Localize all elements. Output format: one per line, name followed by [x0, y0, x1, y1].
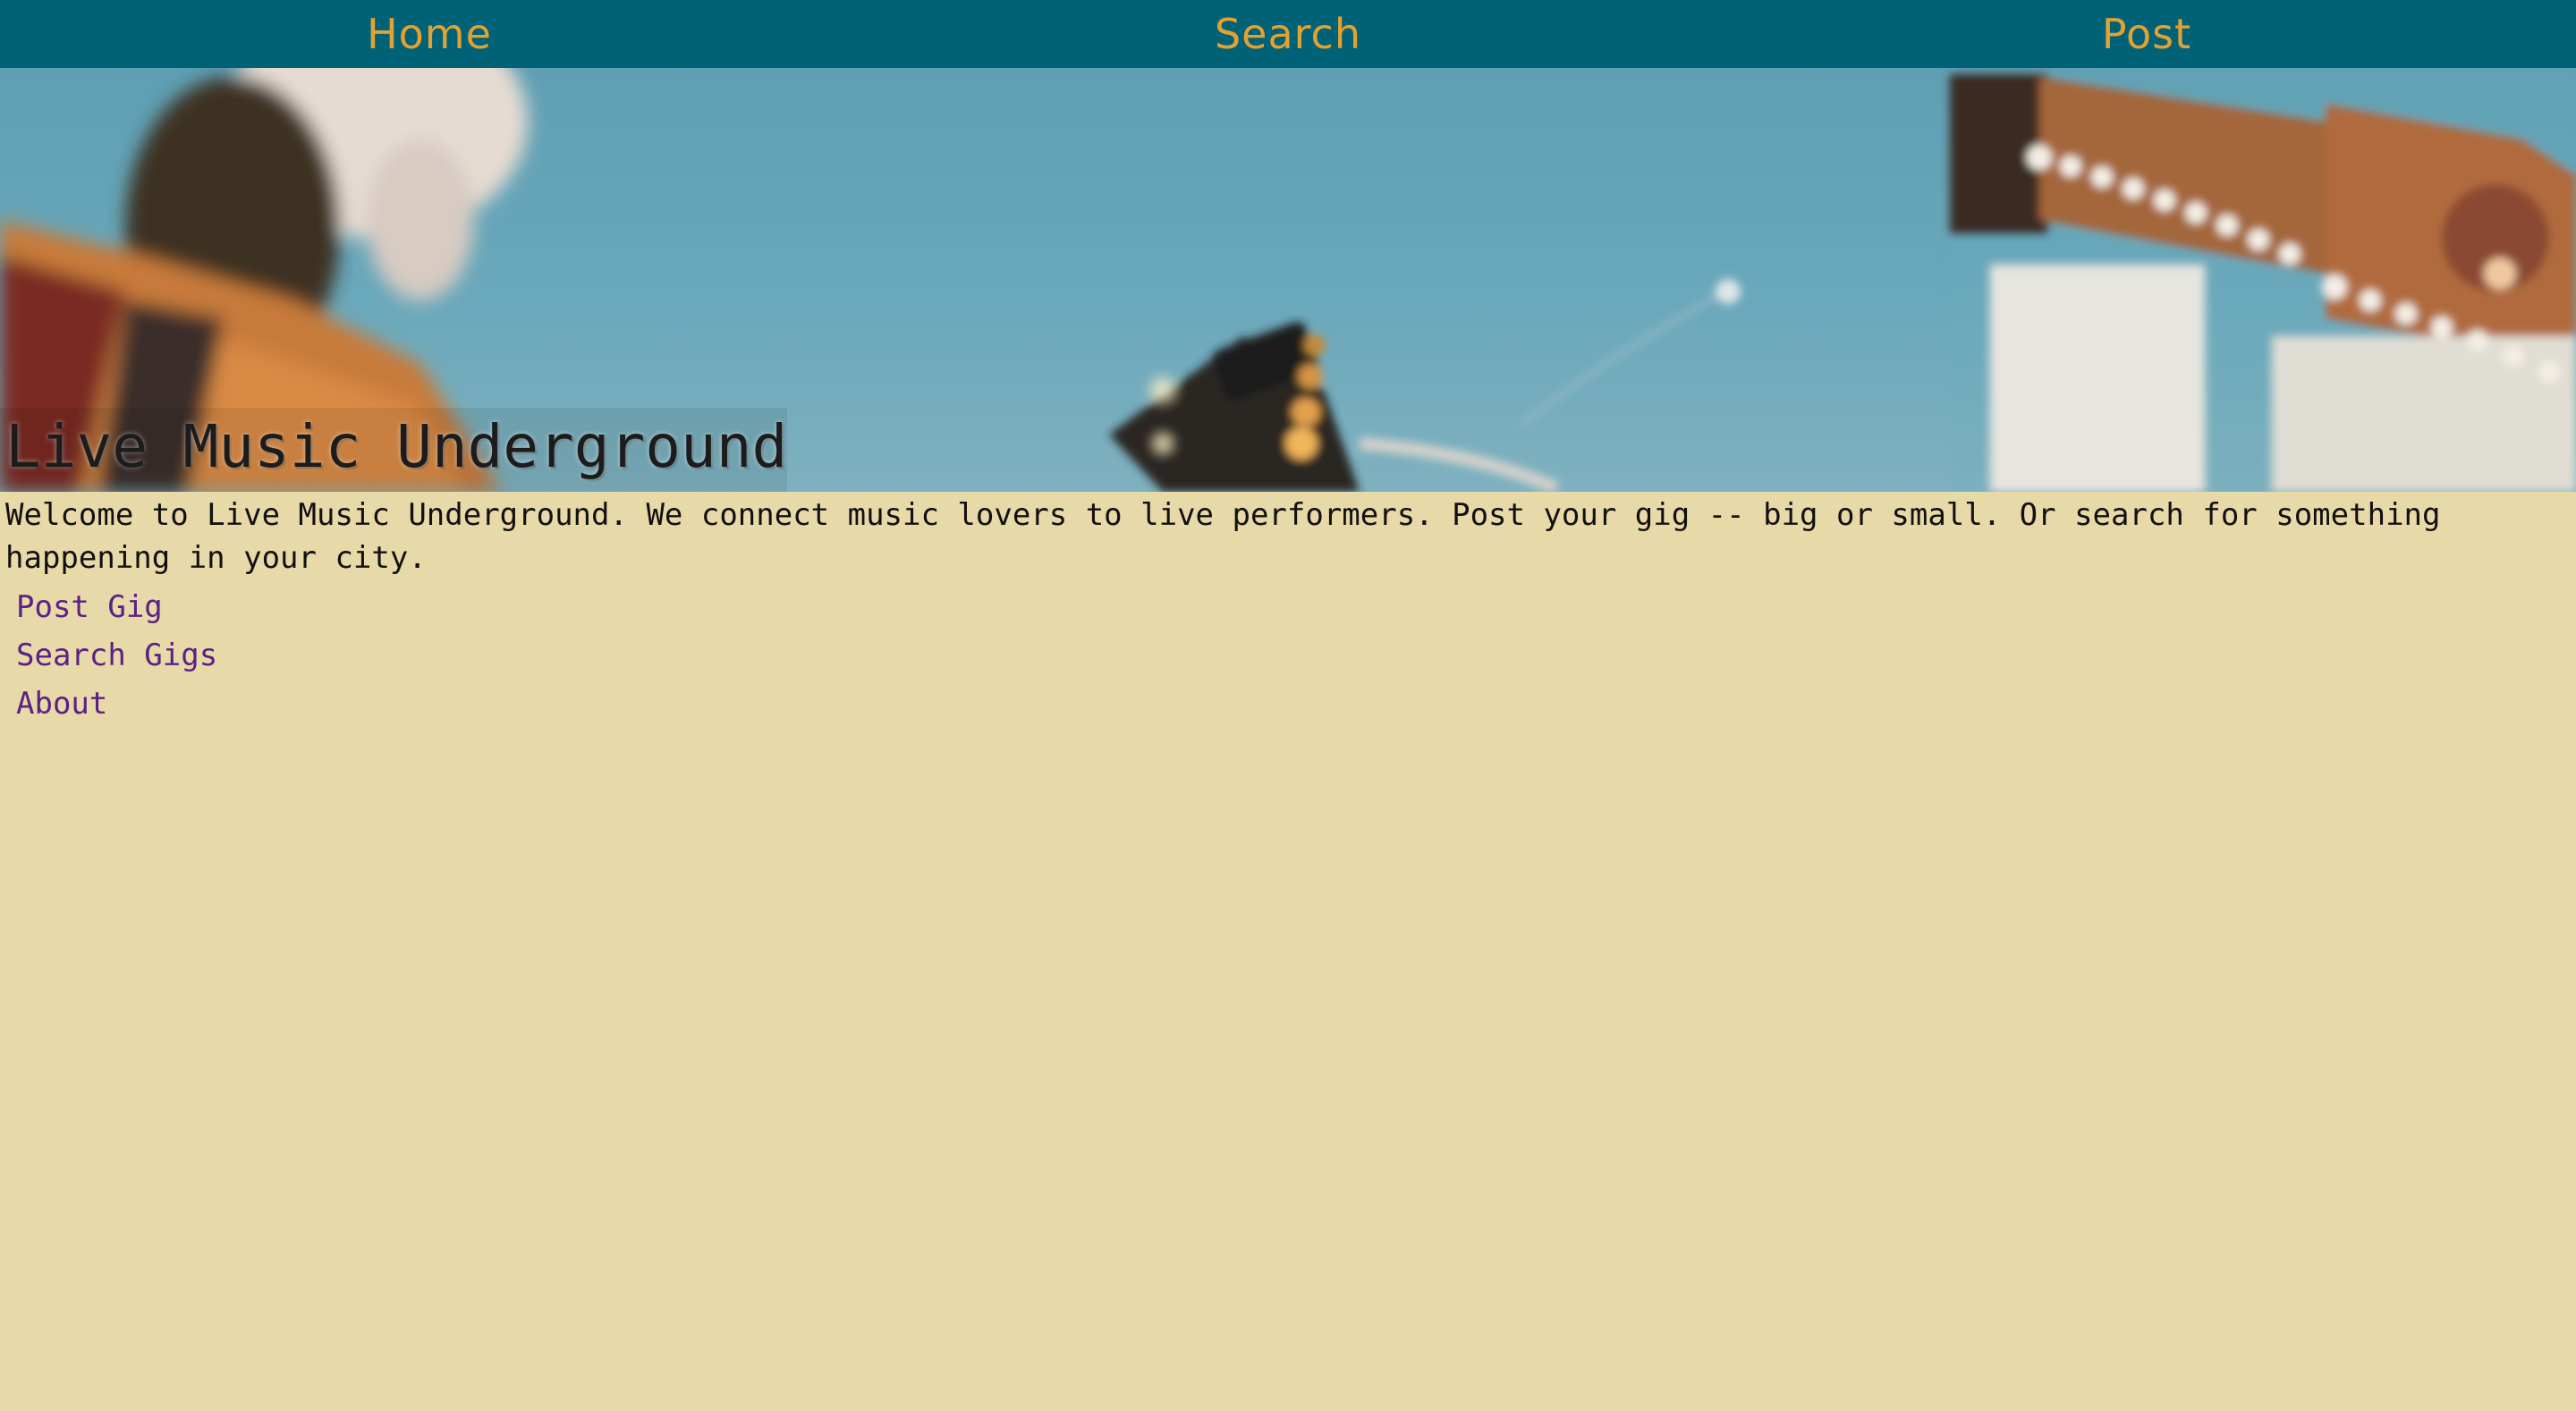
hero-banner: Live Music Underground — [0, 68, 2576, 492]
about-link[interactable]: About — [16, 680, 217, 728]
search-gigs-link[interactable]: Search Gigs — [16, 631, 217, 680]
nav-search-link[interactable]: Search — [859, 0, 1717, 68]
nav-post-link[interactable]: Post — [1717, 0, 2576, 68]
nav-home-link[interactable]: Home — [0, 0, 859, 68]
post-gig-link[interactable]: Post Gig — [16, 583, 217, 631]
page-title: Live Music Underground — [5, 412, 788, 481]
top-nav: Home Search Post — [0, 0, 2576, 68]
main-links: Post Gig Search Gigs About — [16, 583, 217, 728]
welcome-text: Welcome to Live Music Underground. We co… — [5, 497, 2441, 576]
